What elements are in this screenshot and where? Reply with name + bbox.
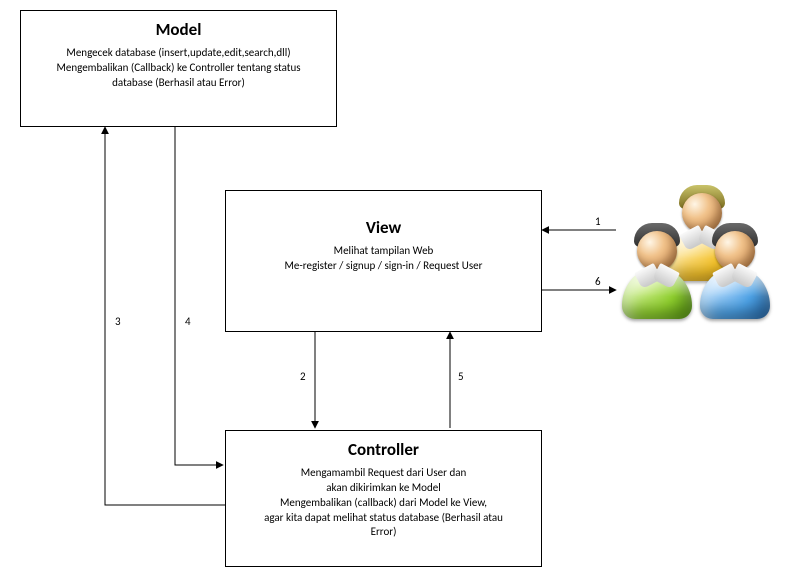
controller-desc: Mengamambil Request dari User dan akan d…: [226, 462, 541, 550]
view-title: View: [226, 191, 541, 240]
controller-desc-l3: Mengembalikan (callback) dari Model ke V…: [280, 496, 487, 509]
label-6: 6: [595, 275, 601, 288]
model-desc: Mengecek database (insert,update,edit,se…: [21, 42, 336, 101]
view-desc: Melihat tampilan Web Me-register / signu…: [226, 240, 541, 284]
label-4: 4: [185, 315, 191, 328]
model-desc-l2: Mengembalikan (Callback) ke Controller t…: [56, 61, 300, 74]
user-green-icon: [615, 223, 699, 333]
model-box: Model Mengecek database (insert,update,e…: [20, 10, 337, 127]
controller-desc-l2: akan dikirimkan ke Model: [326, 481, 441, 494]
controller-title: Controller: [226, 431, 541, 462]
controller-box: Controller Mengamambil Request dari User…: [225, 430, 542, 567]
view-box: View Melihat tampilan Web Me-register / …: [225, 190, 542, 332]
controller-desc-l1: Mengamambil Request dari User dan: [301, 466, 467, 479]
label-2: 2: [300, 370, 306, 383]
view-desc-l1: Melihat tampilan Web: [334, 244, 434, 257]
label-1: 1: [595, 215, 601, 228]
controller-desc-l4: agar kita dapat melihat status database …: [264, 511, 503, 524]
controller-desc-l5: Error): [371, 525, 397, 538]
label-5: 5: [458, 370, 464, 383]
user-blue-icon: [693, 223, 777, 333]
model-desc-l3: database (Berhasil atau Error): [112, 76, 245, 89]
label-3: 3: [115, 315, 121, 328]
arrow-3-icon: [105, 127, 225, 505]
model-title: Model: [21, 11, 336, 42]
model-desc-l1: Mengecek database (insert,update,edit,se…: [66, 46, 290, 59]
view-desc-l2: Me-register / signup / sign-in / Request…: [285, 259, 483, 272]
arrow-4-icon: [175, 127, 223, 465]
users-icon: [615, 185, 775, 345]
